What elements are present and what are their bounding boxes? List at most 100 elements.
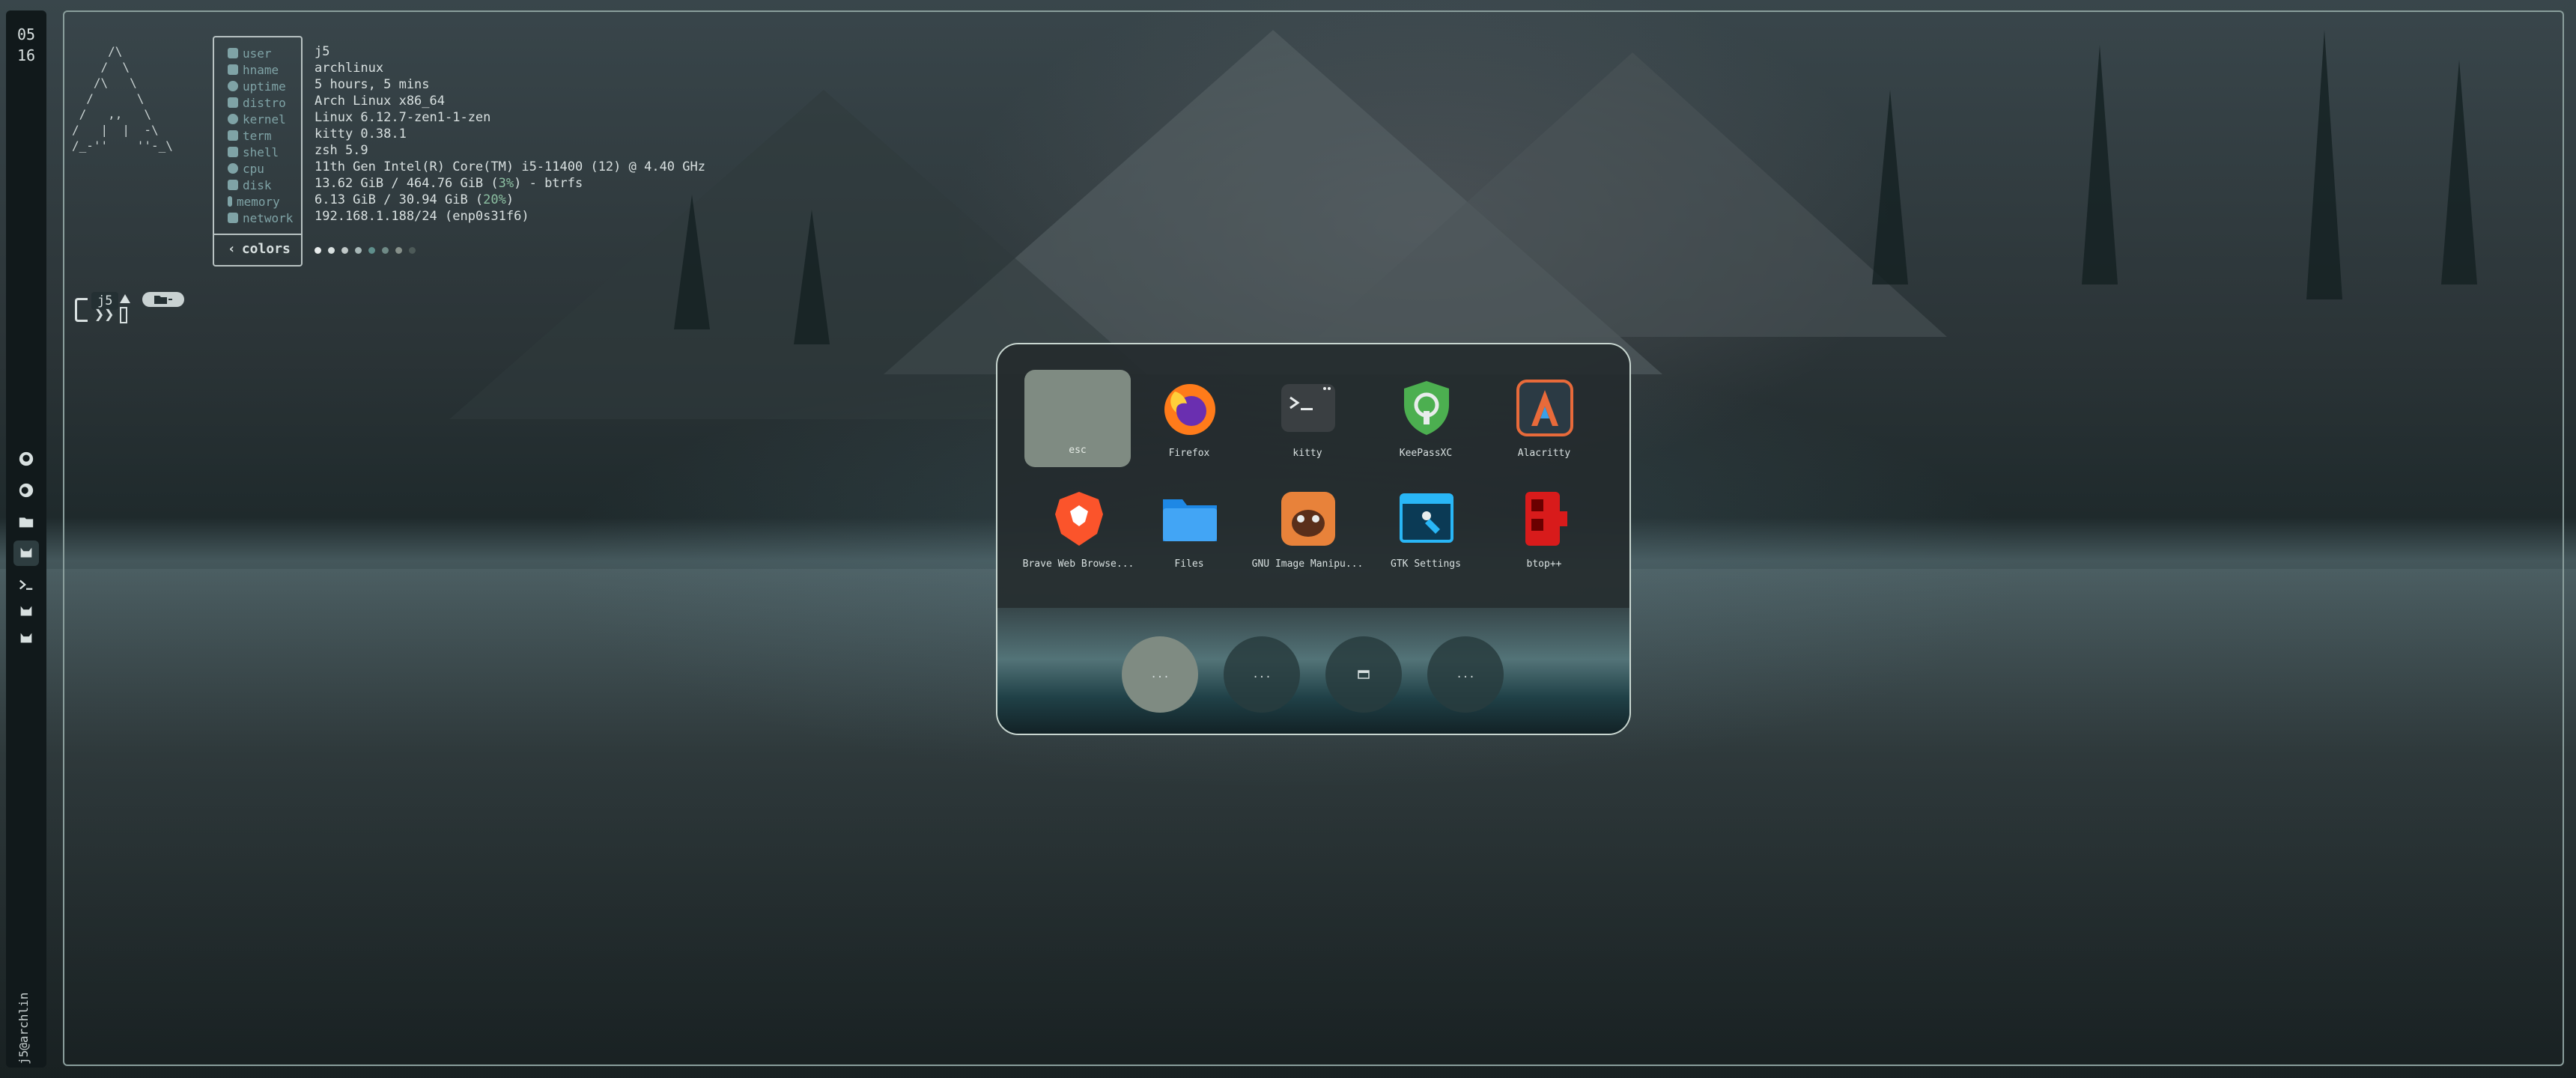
fetch-key-network: network <box>228 210 293 226</box>
palette-dot <box>368 247 375 254</box>
fetch-value-memory: 6.13 GiB / 30.94 GiB (20%) <box>315 192 514 208</box>
clock: 05 16 <box>6 24 46 66</box>
cat-icon <box>20 606 32 616</box>
fetch-value-term: kitty 0.38.1 <box>315 127 407 141</box>
palette-dot <box>395 247 402 254</box>
workspace-files[interactable] <box>13 509 39 535</box>
btop-icon <box>1514 488 1576 549</box>
fetch-key-label: network <box>243 210 294 225</box>
app-label: btop++ <box>1526 558 1562 570</box>
fetch-key-label: user <box>243 46 272 61</box>
clock-minute: 16 <box>16 46 36 64</box>
disk-usage-text: 13.62 GiB / 464.76 GiB ( <box>315 176 499 191</box>
host-icon <box>228 64 238 75</box>
disk-percent: 3% <box>498 176 514 191</box>
fetch-value-kernel: Linux 6.12.7-zen1-1-zen <box>315 110 491 125</box>
app-files[interactable]: Files <box>1129 481 1242 585</box>
clock-hour: 05 <box>16 25 36 43</box>
fetch-value-cpu: 11th Gen Intel(R) Core(TM) i5-11400 (12)… <box>315 159 705 174</box>
colors-divider <box>214 234 301 235</box>
dock-button-label: ... <box>1150 669 1170 680</box>
kitty-icon <box>1278 377 1339 439</box>
launcher-dock <box>997 608 1629 734</box>
distro-icon <box>228 97 238 108</box>
github-icon <box>19 451 34 466</box>
memory-percent: 20% <box>483 192 506 207</box>
folder-icon <box>154 296 172 304</box>
fetch-key-uptime: uptime <box>228 78 286 94</box>
dock-button-3[interactable] <box>1325 636 1402 713</box>
fetch-value-uptime: 5 hours, 5 mins <box>315 77 430 92</box>
app-label: GTK Settings <box>1391 558 1461 570</box>
chevron-left-icon: ‹ <box>228 241 236 257</box>
launcher-app-grid: esc Firefox kitty KeePassXC Alacritty Br… <box>997 344 1629 608</box>
palette-dot <box>341 247 348 254</box>
palette-dot <box>382 247 389 254</box>
esc-label: esc <box>1069 445 1087 456</box>
cat-icon <box>20 633 32 643</box>
app-label: kitty <box>1292 448 1322 459</box>
app-gimp[interactable]: GNU Image Manipu... <box>1248 481 1363 585</box>
app-gtk-settings[interactable]: GTK Settings <box>1366 481 1478 585</box>
fetch-key-user: user <box>228 45 272 61</box>
app-label: Files <box>1174 558 1204 570</box>
workspace-github[interactable] <box>13 446 39 472</box>
workspace-firefox[interactable] <box>13 478 39 503</box>
brave-icon <box>1048 488 1110 549</box>
gimp-icon <box>1278 488 1339 549</box>
terminal-icon <box>228 130 238 141</box>
fetch-value-user: j5 <box>315 44 330 59</box>
fetch-value-hname: archlinux <box>315 61 384 76</box>
fetch-key-hname: hname <box>228 61 279 78</box>
palette-dot <box>315 247 321 254</box>
prompt-bracket <box>75 298 88 322</box>
fetch-key-label: kernel <box>243 112 286 127</box>
memory-icon <box>228 196 232 207</box>
app-label: Brave Web Browse... <box>1022 558 1134 570</box>
app-keepassxc[interactable]: KeePassXC <box>1366 370 1478 475</box>
shell-icon <box>228 147 238 157</box>
app-brave[interactable]: Brave Web Browse... <box>1018 481 1134 585</box>
workspace-cat-3[interactable] <box>13 626 39 651</box>
fetch-key-memory: memory <box>228 193 280 210</box>
host-label: j5@archlin <box>16 992 31 1065</box>
fetch-key-label: hname <box>243 62 279 77</box>
text-cursor[interactable] <box>120 307 127 323</box>
fetch-key-shell: shell <box>228 144 279 160</box>
fetch-value-shell: zsh 5.9 <box>315 143 368 158</box>
gear-icon <box>228 114 238 124</box>
app-alacritty[interactable]: Alacritty <box>1484 370 1597 475</box>
memory-usage-text: 6.13 GiB / 30.94 GiB ( <box>315 192 484 207</box>
app-btop[interactable]: btop++ <box>1484 481 1597 585</box>
fetch-key-label: shell <box>243 144 279 159</box>
fetch-key-distro: distro <box>228 94 286 111</box>
fetch-value-network: 192.168.1.188/24 (enp0s31f6) <box>315 209 529 224</box>
fetch-value-disk: 13.62 GiB / 464.76 GiB (3%) - btrfs <box>315 175 583 192</box>
workspace-cat-active[interactable] <box>13 540 39 566</box>
disk-icon <box>228 180 238 190</box>
cat-icon <box>20 547 32 558</box>
app-kitty[interactable]: kitty <box>1248 370 1360 475</box>
colors-label: colors <box>241 241 291 257</box>
app-firefox[interactable]: Firefox <box>1129 370 1242 475</box>
colors-row: ‹ colors <box>228 241 291 257</box>
gtk-settings-icon <box>1396 488 1457 549</box>
app-label: GNU Image Manipu... <box>1251 558 1364 570</box>
fetch-keys-box: user hname uptime distro kernel term she… <box>213 36 303 267</box>
dock-button-label: ... <box>1456 669 1475 680</box>
dock-button-1[interactable]: ... <box>1122 636 1198 713</box>
app-label: Firefox <box>1168 448 1210 459</box>
firefox-icon <box>1159 377 1221 439</box>
app-label: Alacritty <box>1517 448 1571 459</box>
user-icon <box>228 48 238 58</box>
prompt-chevron: ❯❯ <box>94 305 115 324</box>
dock-button-2[interactable]: ... <box>1224 636 1300 713</box>
firefox-icon <box>19 483 34 498</box>
files-icon <box>1159 488 1221 549</box>
dock-button-4[interactable]: ... <box>1427 636 1504 713</box>
fetch-key-label: uptime <box>243 79 286 94</box>
memory-close-text: ) <box>505 192 514 207</box>
workspace-terminal[interactable] <box>13 572 39 597</box>
workspace-cat-2[interactable] <box>13 599 39 624</box>
cpu-icon <box>228 163 238 174</box>
